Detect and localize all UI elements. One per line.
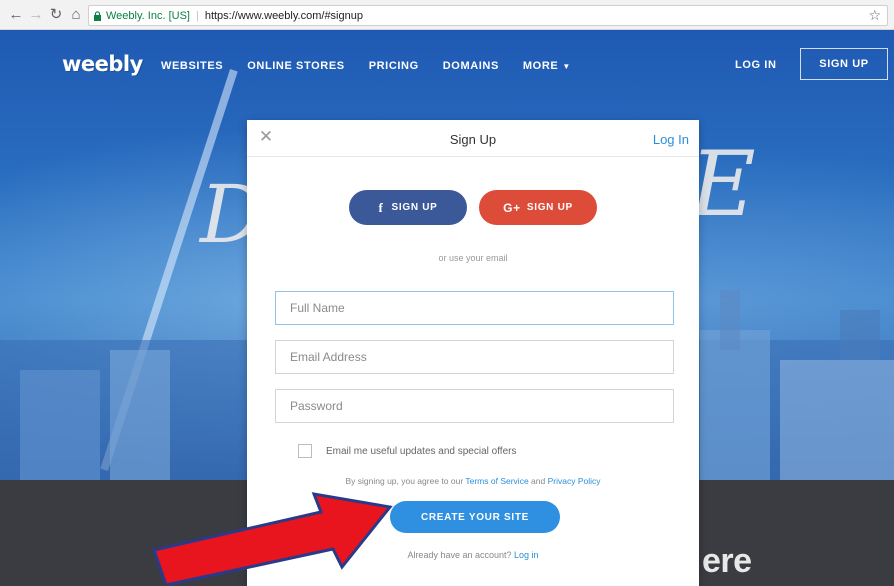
- modal-title: Sign Up: [449, 132, 497, 147]
- nav-online-stores[interactable]: ONLINE STORES: [247, 60, 344, 72]
- or-email-divider: or use your email: [438, 253, 508, 263]
- nav-domains[interactable]: DOMAINS: [443, 60, 499, 72]
- google-signup-label: SIGN UP: [526, 202, 573, 213]
- google-signup-button[interactable]: G+ SIGN UP: [479, 190, 597, 225]
- nav-login[interactable]: LOG IN: [735, 59, 777, 71]
- updates-label: Email me useful updates and special offe…: [326, 445, 517, 457]
- red-arrow-annotation: [152, 492, 393, 585]
- updates-checkbox[interactable]: [298, 444, 312, 458]
- caret-down-icon: ▼: [562, 62, 571, 71]
- star-icon[interactable]: ☆: [868, 7, 881, 24]
- full-name-input[interactable]: [275, 291, 674, 325]
- nav-links: WEBSITES ONLINE STORES PRICING DOMAINS M…: [161, 60, 595, 72]
- updates-opt-in: Email me useful updates and special offe…: [298, 444, 516, 458]
- reload-icon[interactable]: ↻: [46, 5, 66, 25]
- privacy-policy-link[interactable]: Privacy Policy: [548, 476, 601, 486]
- facebook-signup-button[interactable]: f SIGN UP: [349, 190, 467, 225]
- modal-login-link[interactable]: Log In: [653, 132, 689, 147]
- lock-icon: [93, 11, 102, 21]
- facebook-signup-label: SIGN UP: [391, 202, 438, 213]
- nav-more-label: MORE: [522, 60, 559, 72]
- weebly-logo[interactable]: weebly: [62, 52, 143, 76]
- back-arrow-icon[interactable]: ←: [6, 5, 26, 25]
- password-input[interactable]: [275, 389, 674, 423]
- terms-of-service-link[interactable]: Terms of Service: [465, 476, 528, 486]
- secure-label: Weebly. Inc. [US]: [106, 9, 190, 22]
- lower-partial-heading: ere: [702, 542, 752, 580]
- nav-more[interactable]: MORE ▼: [523, 60, 571, 72]
- facebook-icon: f: [378, 199, 384, 215]
- url-text: https://www.weebly.com/#signup: [204, 9, 363, 22]
- google-plus-icon: G+: [503, 200, 521, 215]
- browser-toolbar: ← → ↻ ⌂ Weebly. Inc. [US] | https://www.…: [0, 0, 894, 30]
- modal-header: ✕ Sign Up Log In: [247, 120, 699, 157]
- already-text: Already have an account?: [407, 550, 512, 560]
- terms-and: and: [531, 476, 546, 486]
- address-bar[interactable]: Weebly. Inc. [US] | https://www.weebly.c…: [88, 5, 888, 26]
- nav-pricing[interactable]: PRICING: [369, 60, 419, 72]
- forward-arrow-icon[interactable]: →: [26, 5, 46, 25]
- home-icon[interactable]: ⌂: [66, 5, 86, 25]
- email-input[interactable]: [275, 340, 674, 374]
- hero-script-letter-right: E: [690, 132, 756, 237]
- already-login-link[interactable]: Log in: [514, 550, 539, 560]
- url-separator: |: [195, 9, 199, 22]
- site-nav: weebly WEBSITES ONLINE STORES PRICING DO…: [0, 30, 894, 102]
- social-signup-row: f SIGN UP G+ SIGN UP: [247, 190, 699, 225]
- nav-websites[interactable]: WEBSITES: [161, 60, 223, 72]
- create-site-button[interactable]: CREATE YOUR SITE: [390, 501, 560, 533]
- red-arrow-shape: [152, 492, 393, 585]
- nav-signup-button[interactable]: SIGN UP: [800, 48, 888, 80]
